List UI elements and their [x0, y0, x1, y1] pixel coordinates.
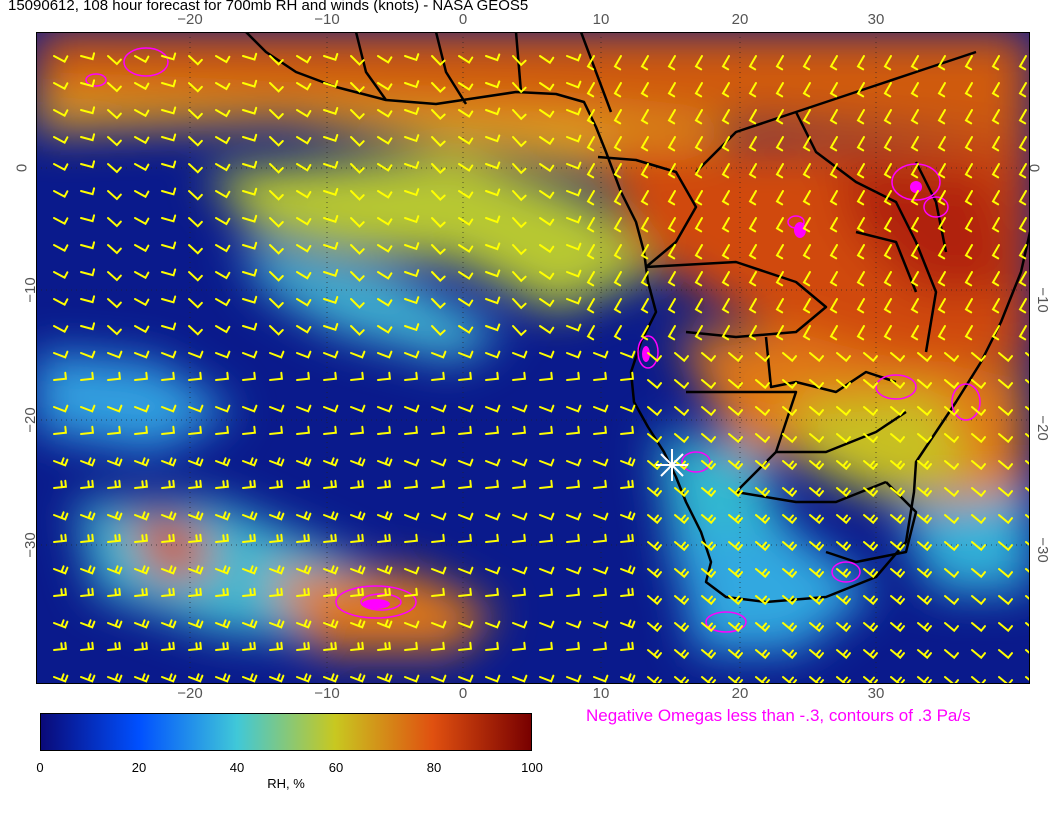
rh-colorbar — [40, 713, 532, 751]
lon-tick-bottom: 0 — [458, 685, 468, 702]
map-title: 15090612, 108 hour forecast for 700mb RH… — [8, 0, 529, 14]
lon-tick-bottom: 20 — [731, 685, 749, 702]
colorbar-title: RH, % — [267, 776, 305, 791]
lon-tick-top: 30 — [867, 11, 885, 28]
colorbar-tick: 60 — [328, 760, 344, 775]
lat-tick-left: 0 — [13, 163, 31, 173]
lon-tick-top: −10 — [314, 11, 340, 28]
lon-tick-top: −20 — [177, 11, 203, 28]
omega-legend-note: Negative Omegas less than -.3, contours … — [586, 706, 971, 725]
lon-tick-top: 10 — [592, 11, 610, 28]
colorbar-tick: 40 — [229, 760, 245, 775]
lat-tick-right: −10 — [1034, 287, 1052, 313]
rh-map[interactable] — [36, 32, 1030, 684]
colorbar-tick: 0 — [36, 760, 44, 775]
colorbar-tick: 100 — [521, 760, 543, 775]
lat-tick-right: −20 — [1034, 415, 1052, 441]
lon-tick-bottom: 10 — [592, 685, 610, 702]
lon-tick-bottom: 30 — [867, 685, 885, 702]
lon-tick-bottom: −10 — [314, 685, 340, 702]
lat-tick-right: −30 — [1034, 537, 1052, 563]
lon-tick-top: 0 — [458, 11, 468, 28]
lon-tick-top: 20 — [731, 11, 749, 28]
colorbar-tick: 80 — [426, 760, 442, 775]
colorbar-tick: 20 — [131, 760, 147, 775]
lon-tick-bottom: −20 — [177, 685, 203, 702]
